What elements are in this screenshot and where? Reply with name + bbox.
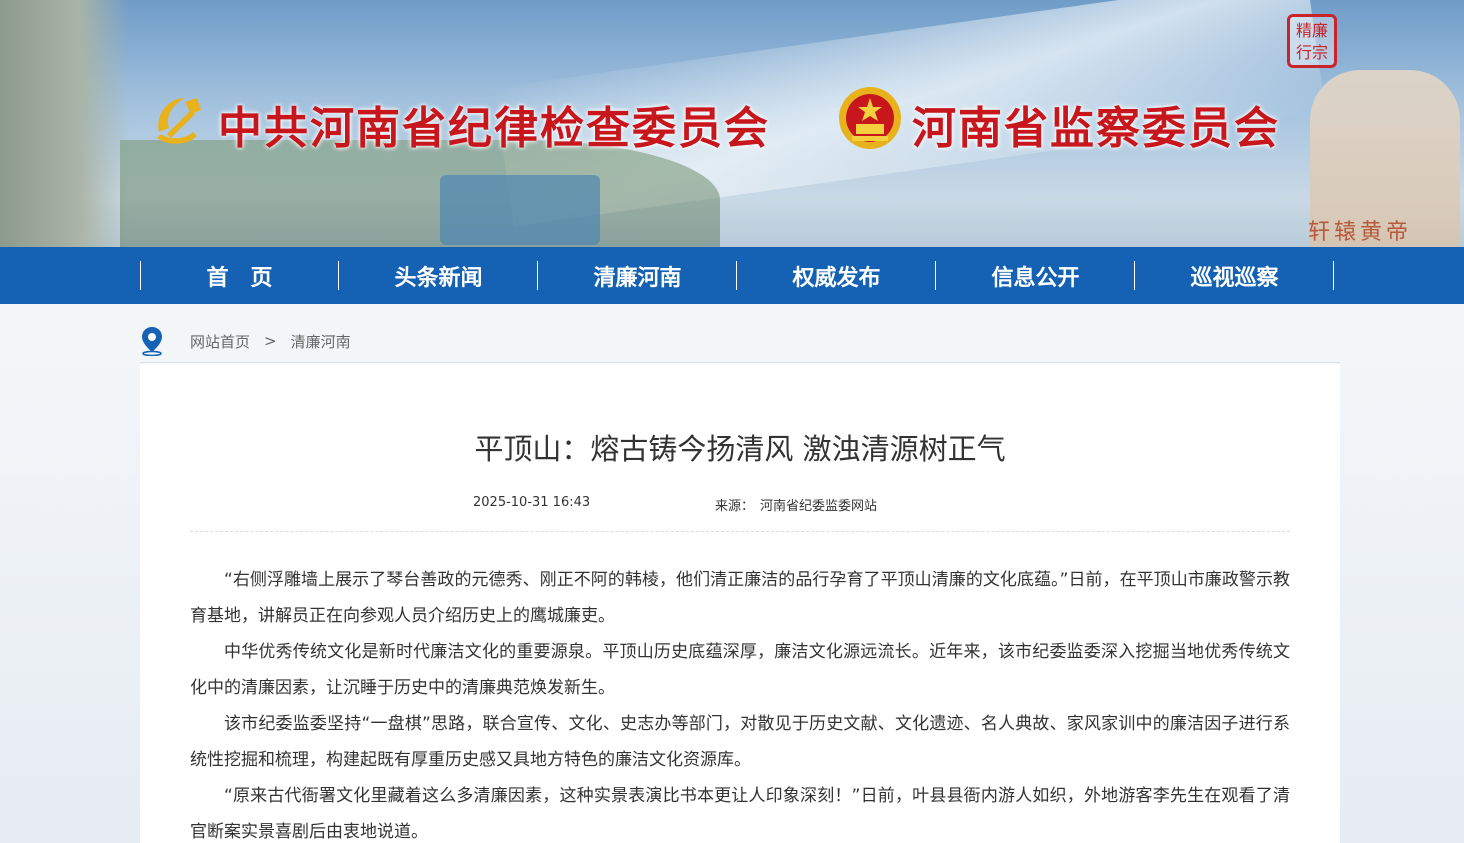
nav-item-headline-news[interactable]: 头条新闻 bbox=[339, 247, 538, 304]
banner-pool-decoration bbox=[440, 175, 600, 245]
article-container: 平顶山：熔古铸今扬清风 激浊清源树正气 2025-10-31 16:43 来源：… bbox=[140, 364, 1340, 843]
nav-item-inspection[interactable]: 巡视巡察 bbox=[1135, 247, 1334, 304]
site-title-cpc: 中共河南省纪律检查委员会 bbox=[218, 103, 770, 154]
breadcrumb: 网站首页 > 清廉河南 bbox=[140, 320, 1340, 363]
article-date: 2025-10-31 16:43 bbox=[473, 495, 591, 510]
nav-item-information-disclosure[interactable]: 信息公开 bbox=[936, 247, 1135, 304]
header-banner: 轩辕黄帝 精廉 行宗 中共河南省纪律检查委员会 河南省监察委员会 bbox=[0, 0, 1464, 247]
article-paragraph: 中华优秀传统文化是新时代廉洁文化的重要源泉。平顶山历史底蕴深厚，廉洁文化源远流长… bbox=[190, 642, 1290, 698]
banner-mountain-decoration bbox=[0, 0, 130, 247]
location-pin-icon bbox=[142, 327, 162, 356]
seal-stamp: 精廉 行宗 bbox=[1287, 14, 1337, 68]
nav-item-authoritative-release[interactable]: 权威发布 bbox=[737, 247, 936, 304]
breadcrumb-home-link[interactable]: 网站首页 bbox=[190, 331, 250, 352]
site-title-supervision: 河南省监察委员会 bbox=[912, 103, 1280, 154]
article-divider bbox=[190, 531, 1290, 532]
banner-land-decoration bbox=[120, 140, 720, 247]
nav-item-home[interactable]: 首 页 bbox=[140, 247, 339, 304]
breadcrumb-current-link[interactable]: 清廉河南 bbox=[291, 331, 351, 352]
party-emblem-icon bbox=[157, 98, 201, 144]
article-source-value: 河南省纪委监委网站 bbox=[760, 499, 878, 514]
main-nav: 首 页 头条新闻 清廉河南 权威发布 信息公开 巡视巡察 bbox=[0, 247, 1464, 304]
article-source-label: 来源： bbox=[715, 499, 755, 514]
article-content: “右侧浮雕墙上展示了琴台善政的元德秀、刚正不阿的韩棱，他们清正廉洁的品行孕育了平… bbox=[190, 562, 1290, 843]
article-paragraph: “原来古代衙署文化里藏着这么多清廉因素，这种实景表演比书本更让人印象深刻！”日前… bbox=[190, 786, 1290, 842]
statue-label: 轩辕黄帝 bbox=[1308, 220, 1413, 245]
breadcrumb-separator: > bbox=[264, 332, 277, 350]
article-title: 平顶山：熔古铸今扬清风 激浊清源树正气 bbox=[474, 432, 1006, 466]
national-emblem-icon bbox=[839, 87, 901, 149]
article-source: 来源： 河南省纪委监委网站 bbox=[715, 495, 877, 514]
article-paragraph: “右侧浮雕墙上展示了琴台善政的元德秀、刚正不阿的韩棱，他们清正廉洁的品行孕育了平… bbox=[190, 570, 1290, 626]
article-paragraph: 该市纪委监委坚持“一盘棋”思路，联合宣传、文化、史志办等部门，对散见于历史文献、… bbox=[190, 714, 1290, 770]
nav-item-clean-henan[interactable]: 清廉河南 bbox=[538, 247, 737, 304]
